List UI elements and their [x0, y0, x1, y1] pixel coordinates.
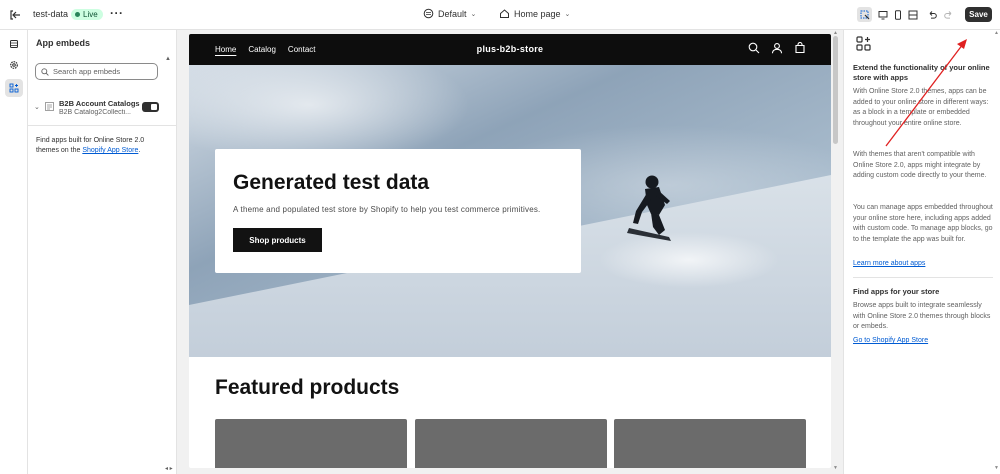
account-icon[interactable]	[771, 42, 783, 54]
product-card[interactable]	[215, 419, 407, 468]
collapse-toggle-icon[interactable]: ◂ ▸	[165, 465, 173, 472]
chevron-down-icon[interactable]: ⌄	[34, 103, 40, 111]
save-button[interactable]: Save	[965, 7, 992, 22]
page-selector[interactable]: Home page ⌄	[499, 8, 570, 19]
extend-para-1: With Online Store 2.0 themes, apps can b…	[853, 88, 989, 127]
app-embed-subtitle: B2B Catalog2Collecti...	[59, 109, 131, 116]
search-box[interactable]	[35, 63, 158, 80]
search-icon[interactable]	[748, 42, 760, 54]
page-label: Home page	[514, 8, 561, 19]
find-apps-heading: Find apps for your store	[853, 287, 940, 296]
product-card[interactable]	[614, 419, 806, 468]
header-icons	[748, 41, 806, 54]
theme-settings-gear-icon[interactable]	[5, 56, 23, 74]
apps-add-icon	[856, 36, 871, 51]
panel-title: App embeds	[36, 38, 91, 48]
mobile-view-icon[interactable]	[890, 7, 905, 22]
inspector-icon[interactable]	[857, 7, 872, 22]
find-apps-note: Find apps built for Online Store 2.0 the…	[36, 136, 166, 156]
store-logo[interactable]: plus-b2b-store	[189, 44, 831, 54]
app-info-panel: ▲ Extend the functionality of your onlin…	[843, 30, 1000, 474]
hero-title: Generated test data	[233, 171, 430, 194]
scroll-down-icon[interactable]: ▼	[833, 465, 838, 471]
app-embeds-icon[interactable]	[5, 79, 23, 97]
app-embeds-panel: App embeds ▲ ⌄ B2B Account Catalogs B2B …	[28, 30, 177, 474]
storefront-header: Home Catalog Contact plus-b2b-store	[189, 34, 831, 65]
featured-products-heading: Featured products	[215, 376, 400, 399]
product-card[interactable]	[415, 419, 607, 468]
divider	[853, 277, 993, 278]
undo-icon[interactable]	[924, 7, 939, 22]
theme-label: Default	[438, 8, 467, 19]
learn-more-apps-link[interactable]: Learn more about apps	[853, 260, 925, 267]
redo-icon[interactable]	[941, 7, 956, 22]
exit-icon[interactable]	[8, 8, 22, 22]
fullscreen-icon[interactable]	[905, 7, 920, 22]
hero-banner: Generated test data A theme and populate…	[189, 65, 831, 357]
scroll-down-icon[interactable]: ▼	[994, 465, 999, 471]
go-to-app-store-link[interactable]: Go to Shopify App Store	[853, 337, 928, 344]
left-rail	[0, 30, 28, 474]
store-name: test-data	[33, 9, 69, 19]
desktop-view-icon[interactable]	[875, 7, 890, 22]
hero-subtitle: A theme and populated test store by Shop…	[233, 205, 541, 214]
app-block-icon	[45, 102, 54, 111]
sections-icon[interactable]	[5, 35, 23, 53]
find-apps-para: Browse apps built to integrate seamlessl…	[853, 302, 991, 330]
app-store-row: Go to Shopify App Store	[853, 336, 995, 347]
more-actions-icon[interactable]: ···	[110, 6, 124, 20]
hero-card: Generated test data A theme and populate…	[215, 149, 581, 273]
scroll-up-icon[interactable]: ▲	[165, 56, 171, 62]
extend-para-3: You can manage apps embedded throughout …	[853, 204, 993, 243]
theme-globe-icon	[423, 8, 434, 19]
app-embed-row[interactable]: ⌄ B2B Account Catalogs B2B Catalog2Colle…	[28, 94, 177, 126]
shopify-app-store-link[interactable]: Shopify App Store	[82, 147, 138, 154]
live-status-badge: Live	[71, 9, 103, 20]
search-icon	[41, 67, 49, 76]
app-embed-toggle[interactable]	[142, 102, 159, 112]
chevron-down-icon: ⌄	[564, 10, 571, 18]
storefront-preview[interactable]: Home Catalog Contact plus-b2b-store Gene…	[189, 34, 831, 468]
learn-more-row: Learn more about apps	[853, 259, 995, 270]
home-icon	[500, 9, 509, 18]
extend-heading: Extend the functionality of your online …	[853, 63, 990, 82]
scroll-up-icon[interactable]: ▲	[994, 30, 999, 36]
editor-topbar: test-data Live ··· Default ⌄ Home page ⌄…	[0, 0, 1000, 30]
shop-products-button[interactable]: Shop products	[233, 228, 322, 252]
preview-area: Home Catalog Contact plus-b2b-store Gene…	[177, 30, 843, 474]
chevron-down-icon: ⌄	[470, 10, 477, 18]
preview-scrollbar[interactable]	[833, 36, 838, 144]
app-embed-name: B2B Account Catalogs	[59, 99, 140, 108]
extend-para-2: With themes that aren't compatible with …	[853, 151, 987, 179]
cart-icon[interactable]	[794, 41, 806, 54]
theme-selector[interactable]: Default ⌄	[423, 8, 476, 19]
search-input[interactable]	[53, 67, 149, 76]
find-apps-period: .	[138, 147, 141, 154]
